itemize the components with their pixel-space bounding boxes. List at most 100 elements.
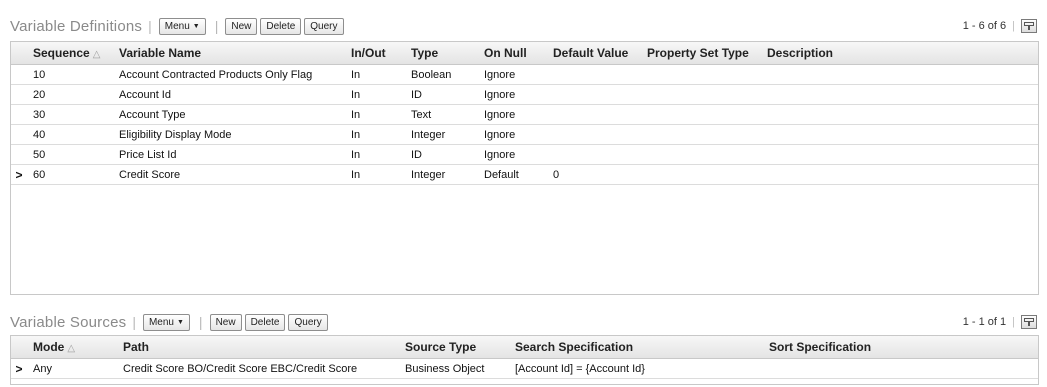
table-row-selected[interactable]: > 60 Credit Score In Integer Default 0 [11,164,1038,185]
cell-variable-name[interactable]: Credit Score [113,164,345,185]
variable-sources-header: Variable Sources | Menu ▼ | New Delete Qu… [10,310,1037,334]
cell-variable-name[interactable]: Eligibility Display Mode [113,124,345,145]
cell-in-out[interactable]: In [345,124,405,145]
column-header-type[interactable]: Type [405,42,478,65]
variable-sources-title: Variable Sources [10,313,127,331]
cell-in-out[interactable]: In [345,84,405,105]
cell-description[interactable] [761,64,1038,85]
cell-type[interactable]: ID [405,144,478,165]
cell-type[interactable]: ID [405,84,478,105]
column-header-description[interactable]: Description [761,42,1038,65]
variable-definitions-applet: Variable Definitions | Menu ▼ | New Delet… [0,0,1047,296]
cell-default-value[interactable] [547,84,641,105]
cell-description[interactable] [761,164,1038,185]
variable-sources-grid: Mode △ Path Source Type Search Specificat… [10,335,1039,385]
cell-type[interactable]: Boolean [405,64,478,85]
column-header-in-out[interactable]: In/Out [345,42,405,65]
cell-sequence[interactable]: 40 [27,124,113,145]
column-config-icon[interactable] [1021,315,1037,329]
column-header-source-type[interactable]: Source Type [399,336,509,359]
sort-ascending-icon: △ [92,49,101,60]
cell-property-set-type[interactable] [641,64,761,85]
cell-sequence[interactable]: 50 [27,144,113,165]
column-header-default-value[interactable]: Default Value [547,42,641,65]
cell-sequence[interactable]: 30 [27,104,113,125]
variable-definitions-title: Variable Definitions [10,17,143,35]
cell-type[interactable]: Text [405,104,478,125]
sources-new-button[interactable]: New [209,313,242,331]
caret-down-icon: ▼ [176,318,184,326]
cell-default-value[interactable] [547,124,641,145]
definitions-new-button[interactable]: New [225,17,258,35]
sources-menu-button[interactable]: Menu ▼ [142,313,190,331]
cell-mode[interactable]: Any [27,358,117,379]
cell-property-set-type[interactable] [641,104,761,125]
column-header-sequence[interactable]: Sequence △ [27,42,113,65]
row-indicator [11,84,27,105]
table-row[interactable]: 20 Account Id In ID Ignore [11,84,1038,105]
variable-sources-applet: Variable Sources | Menu ▼ | New Delete Qu… [0,304,1047,387]
cell-on-null[interactable]: Ignore [478,64,547,85]
table-row[interactable]: 50 Price List Id In ID Ignore [11,144,1038,165]
cell-description[interactable] [761,144,1038,165]
cell-description[interactable] [761,104,1038,125]
sources-header-row: Mode △ Path Source Type Search Specificat… [11,336,1038,359]
definitions-query-button[interactable]: Query [304,17,344,35]
table-row-selected[interactable]: > Any Credit Score BO/Credit Score EBC/C… [11,358,1038,379]
table-row[interactable]: 30 Account Type In Text Ignore [11,104,1038,125]
cell-property-set-type[interactable] [641,124,761,145]
cell-sequence[interactable]: 60 [27,164,113,185]
row-indicator [11,144,27,165]
cell-variable-name[interactable]: Account Id [113,84,345,105]
column-header-search-specification[interactable]: Search Specification [509,336,763,359]
cell-in-out[interactable]: In [345,104,405,125]
column-header-property-set-type[interactable]: Property Set Type [641,42,761,65]
table-row[interactable]: 40 Eligibility Display Mode In Integer I… [11,124,1038,145]
column-header-path[interactable]: Path [117,336,399,359]
cell-on-null[interactable]: Ignore [478,104,547,125]
cell-sequence[interactable]: 10 [27,64,113,85]
row-indicator [11,104,27,125]
sources-query-button[interactable]: Query [288,313,328,331]
sources-delete-button[interactable]: Delete [244,313,286,331]
cell-property-set-type[interactable] [641,144,761,165]
cell-default-value[interactable]: 0 [547,164,641,185]
definitions-delete-button[interactable]: Delete [260,17,302,35]
definitions-record-count: 1 - 6 of 6 [962,20,1007,32]
cell-property-set-type[interactable] [641,164,761,185]
cell-on-null[interactable]: Ignore [478,144,547,165]
cell-on-null[interactable]: Default [478,164,547,185]
row-indicator [11,64,27,85]
column-header-on-null[interactable]: On Null [478,42,547,65]
cell-type[interactable]: Integer [405,164,478,185]
cell-variable-name[interactable]: Account Type [113,104,345,125]
cell-in-out[interactable]: In [345,144,405,165]
definitions-menu-button[interactable]: Menu ▼ [158,17,206,35]
column-header-mode[interactable]: Mode △ [27,336,117,359]
cell-description[interactable] [761,124,1038,145]
cell-variable-name[interactable]: Price List Id [113,144,345,165]
cell-on-null[interactable]: Ignore [478,124,547,145]
cell-property-set-type[interactable] [641,84,761,105]
column-header-variable-name[interactable]: Variable Name [113,42,345,65]
table-row[interactable]: 10 Account Contracted Products Only Flag… [11,64,1038,85]
cell-default-value[interactable] [547,144,641,165]
cell-default-value[interactable] [547,104,641,125]
sources-record-count: 1 - 1 of 1 [962,316,1007,328]
caret-down-icon: ▼ [192,22,200,30]
cell-variable-name[interactable]: Account Contracted Products Only Flag [113,64,345,85]
cell-default-value[interactable] [547,64,641,85]
cell-in-out[interactable]: In [345,164,405,185]
cell-sort-specification[interactable] [763,358,1038,379]
column-config-icon[interactable] [1021,19,1037,33]
cell-on-null[interactable]: Ignore [478,84,547,105]
variable-definitions-header: Variable Definitions | Menu ▼ | New Delet… [10,14,1037,38]
cell-description[interactable] [761,84,1038,105]
cell-sequence[interactable]: 20 [27,84,113,105]
column-header-sort-specification[interactable]: Sort Specification [763,336,1038,359]
cell-search-specification[interactable]: [Account Id] = {Account Id} [509,358,763,379]
cell-in-out[interactable]: In [345,64,405,85]
cell-source-type[interactable]: Business Object [399,358,509,379]
cell-type[interactable]: Integer [405,124,478,145]
cell-path[interactable]: Credit Score BO/Credit Score EBC/Credit … [117,358,399,379]
